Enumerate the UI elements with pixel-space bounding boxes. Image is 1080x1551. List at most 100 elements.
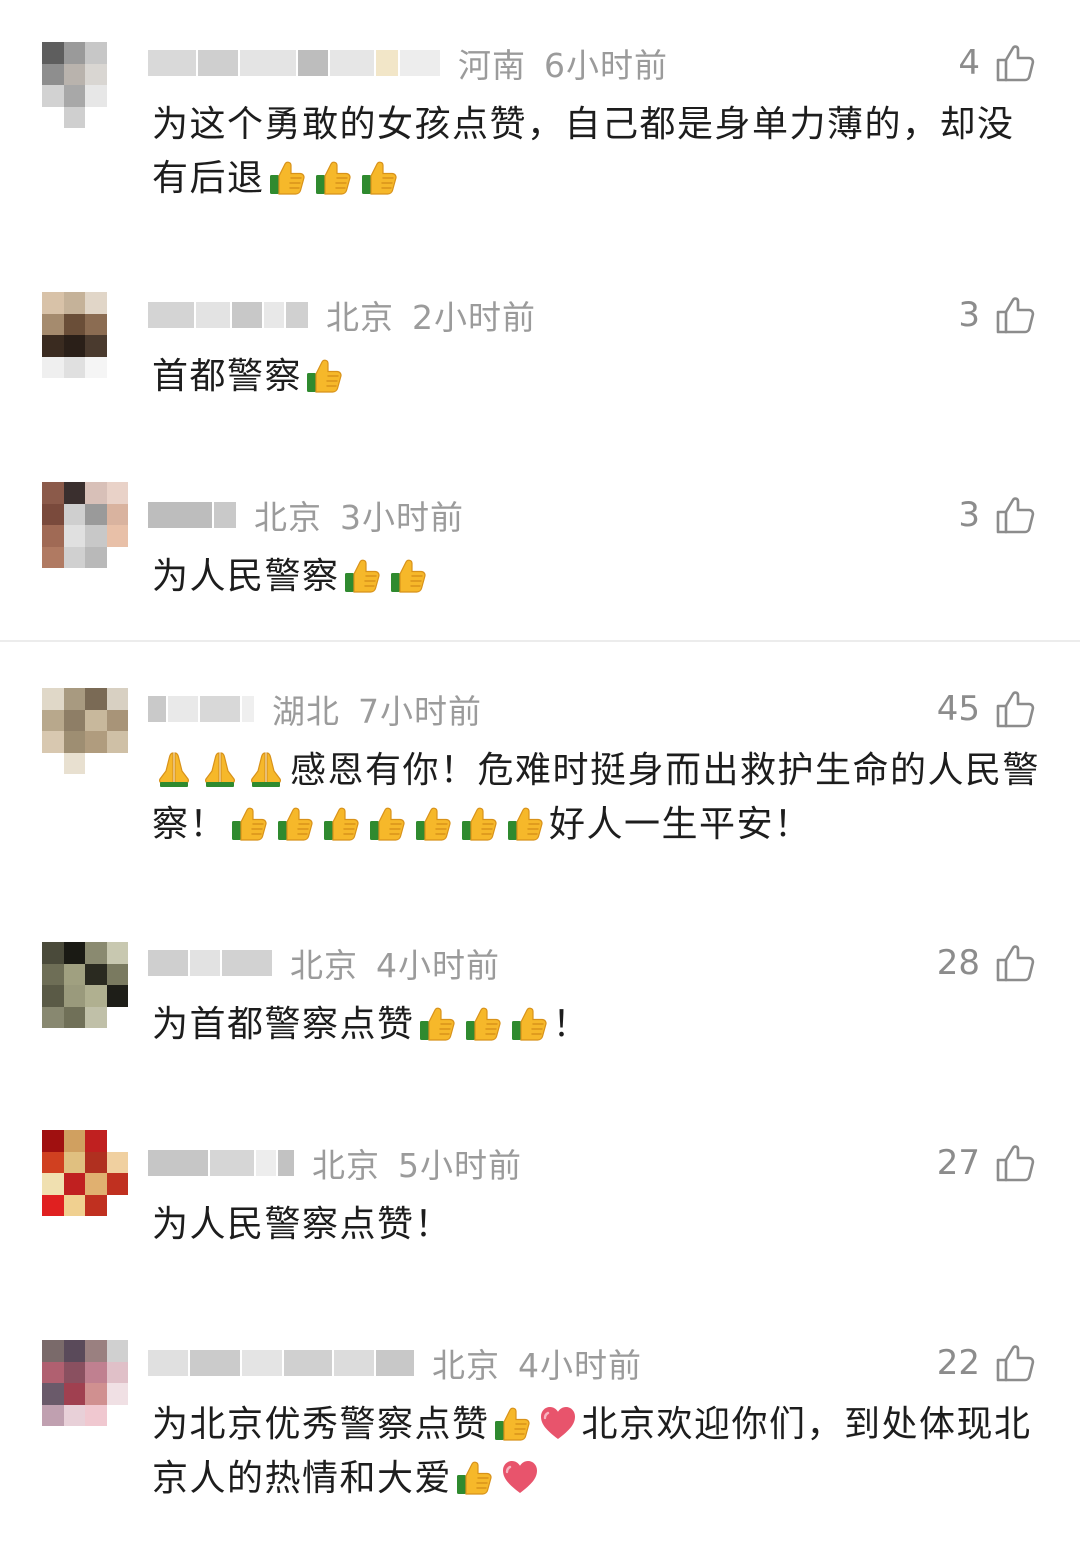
comment-text-segment: 为人民警察 [152, 556, 340, 597]
avatar[interactable] [42, 1340, 128, 1426]
avatar[interactable] [42, 688, 128, 774]
thumbs-up-outline-icon[interactable] [994, 494, 1036, 536]
comment-text-segment: 为北京优秀警察点赞 [152, 1404, 490, 1445]
comment-text-segment: ！ [552, 1004, 591, 1045]
comment-time: 4小时前 [518, 1346, 642, 1385]
comment-text: 感恩有你！危难时挺身而出救护生命的人民警察！ 好人一生平安！ [152, 744, 1042, 852]
thumbs-up-emoji [275, 803, 315, 843]
comment-text-segment: 为人民警察点赞！ [152, 1204, 453, 1245]
like-count: 3 [958, 495, 980, 535]
comment-meta-text: 河南 6小时前 [458, 39, 668, 87]
thumbs-up-emoji [459, 803, 499, 843]
username-blurred[interactable] [148, 1145, 296, 1181]
comment-text: 为这个勇敢的女孩点赞，自己都是身单力薄的，却没有后退 [152, 98, 1042, 206]
thumbs-up-emoji [313, 157, 353, 197]
thumbs-up-emoji [509, 1003, 549, 1043]
comment-time: 5小时前 [398, 1146, 522, 1185]
username-blurred[interactable] [148, 691, 256, 727]
thumbs-up-outline-icon[interactable] [994, 1342, 1036, 1384]
comment-location: 北京 [312, 1146, 380, 1185]
thumbs-up-outline-icon[interactable] [994, 942, 1036, 984]
comment-text-segment: 好人一生平安！ [549, 804, 812, 845]
comment-meta: 湖北 7小时前 [148, 686, 482, 732]
like-button[interactable]: 4 [958, 40, 1036, 86]
heart-emoji [538, 1403, 578, 1443]
username-blurred[interactable] [148, 945, 274, 981]
comment-meta-text: 湖北 7小时前 [272, 685, 482, 733]
thumbs-up-emoji [417, 1003, 457, 1043]
like-count: 4 [958, 43, 980, 83]
thumbs-up-outline-icon[interactable] [994, 294, 1036, 336]
like-count: 28 [936, 943, 980, 983]
folded-hands-emoji [246, 749, 286, 789]
like-count: 3 [958, 295, 980, 335]
like-count: 27 [936, 1143, 980, 1183]
comment-text: 首都警察 [152, 350, 1042, 404]
heart-emoji [500, 1457, 540, 1497]
thumbs-up-emoji [413, 803, 453, 843]
comment-time: 4小时前 [376, 946, 500, 985]
comment-meta: 河南 6小时前 [148, 40, 668, 86]
comment-meta: 北京 4小时前 [148, 1340, 642, 1386]
comment-text-segment: 为首都警察点赞 [152, 1004, 415, 1045]
comment-location: 河南 [458, 46, 526, 85]
thumbs-up-emoji [359, 157, 399, 197]
comment-text: 为人民警察点赞！ [152, 1198, 1042, 1252]
thumbs-up-emoji [492, 1403, 532, 1443]
thumbs-up-outline-icon[interactable] [994, 1142, 1036, 1184]
avatar[interactable] [42, 482, 128, 568]
like-button[interactable]: 22 [937, 1340, 1036, 1386]
comment-location: 湖北 [272, 692, 340, 731]
comment-list: 河南 6小时前 4 为这个勇敢的女孩点赞，自己都是身单力薄的，却没有后退北京 2小时前 3… [0, 0, 1080, 1551]
avatar[interactable] [42, 1130, 128, 1216]
thumbs-up-emoji [463, 1003, 503, 1043]
username-blurred[interactable] [148, 1345, 416, 1381]
comment-meta-text: 北京 4小时前 [290, 939, 500, 987]
thumbs-up-emoji [505, 803, 545, 843]
comment-location: 北京 [326, 298, 394, 337]
comment-text: 为北京优秀警察点赞 北京欢迎你们，到处体现北京人的热情和大爱 [152, 1398, 1042, 1506]
username-blurred[interactable] [148, 297, 310, 333]
thumbs-up-emoji [367, 803, 407, 843]
comment-time: 2小时前 [412, 298, 536, 337]
comment-meta: 北京 2小时前 [148, 292, 536, 338]
thumbs-up-outline-icon[interactable] [994, 688, 1036, 730]
folded-hands-emoji [154, 749, 194, 789]
comment-meta-text: 北京 2小时前 [326, 291, 536, 339]
comment-text: 为人民警察 [152, 550, 1042, 604]
avatar[interactable] [42, 42, 128, 128]
avatar[interactable] [42, 942, 128, 1028]
like-count: 22 [936, 1343, 980, 1383]
avatar[interactable] [42, 292, 128, 378]
like-button[interactable]: 3 [958, 292, 1036, 338]
username-blurred[interactable] [148, 45, 442, 81]
like-button[interactable]: 45 [937, 686, 1036, 732]
like-button[interactable]: 3 [958, 492, 1036, 538]
folded-hands-emoji [200, 749, 240, 789]
thumbs-up-emoji [229, 803, 269, 843]
section-divider [0, 640, 1080, 642]
comment-meta: 北京 5小时前 [148, 1140, 522, 1186]
thumbs-up-emoji [342, 555, 382, 595]
thumbs-up-emoji [267, 157, 307, 197]
comment-meta: 北京 4小时前 [148, 940, 500, 986]
like-button[interactable]: 28 [937, 940, 1036, 986]
comment-time: 6小时前 [544, 46, 668, 85]
thumbs-up-emoji [321, 803, 361, 843]
thumbs-up-emoji [388, 555, 428, 595]
thumbs-up-emoji [454, 1457, 494, 1497]
comment-location: 北京 [254, 498, 322, 537]
comment-text-segment: 首都警察 [152, 356, 303, 397]
like-button[interactable]: 27 [937, 1140, 1036, 1186]
username-blurred[interactable] [148, 497, 238, 533]
comment-time: 7小时前 [358, 692, 482, 731]
comment-time: 3小时前 [340, 498, 464, 537]
comment-meta: 北京 3小时前 [148, 492, 464, 538]
comment-meta-text: 北京 5小时前 [312, 1139, 522, 1187]
thumbs-up-outline-icon[interactable] [994, 42, 1036, 84]
thumbs-up-emoji [304, 355, 344, 395]
like-count: 45 [936, 689, 980, 729]
comment-text: 为首都警察点赞 ！ [152, 998, 1042, 1052]
comment-meta-text: 北京 4小时前 [432, 1339, 642, 1387]
comment-meta-text: 北京 3小时前 [254, 491, 464, 539]
